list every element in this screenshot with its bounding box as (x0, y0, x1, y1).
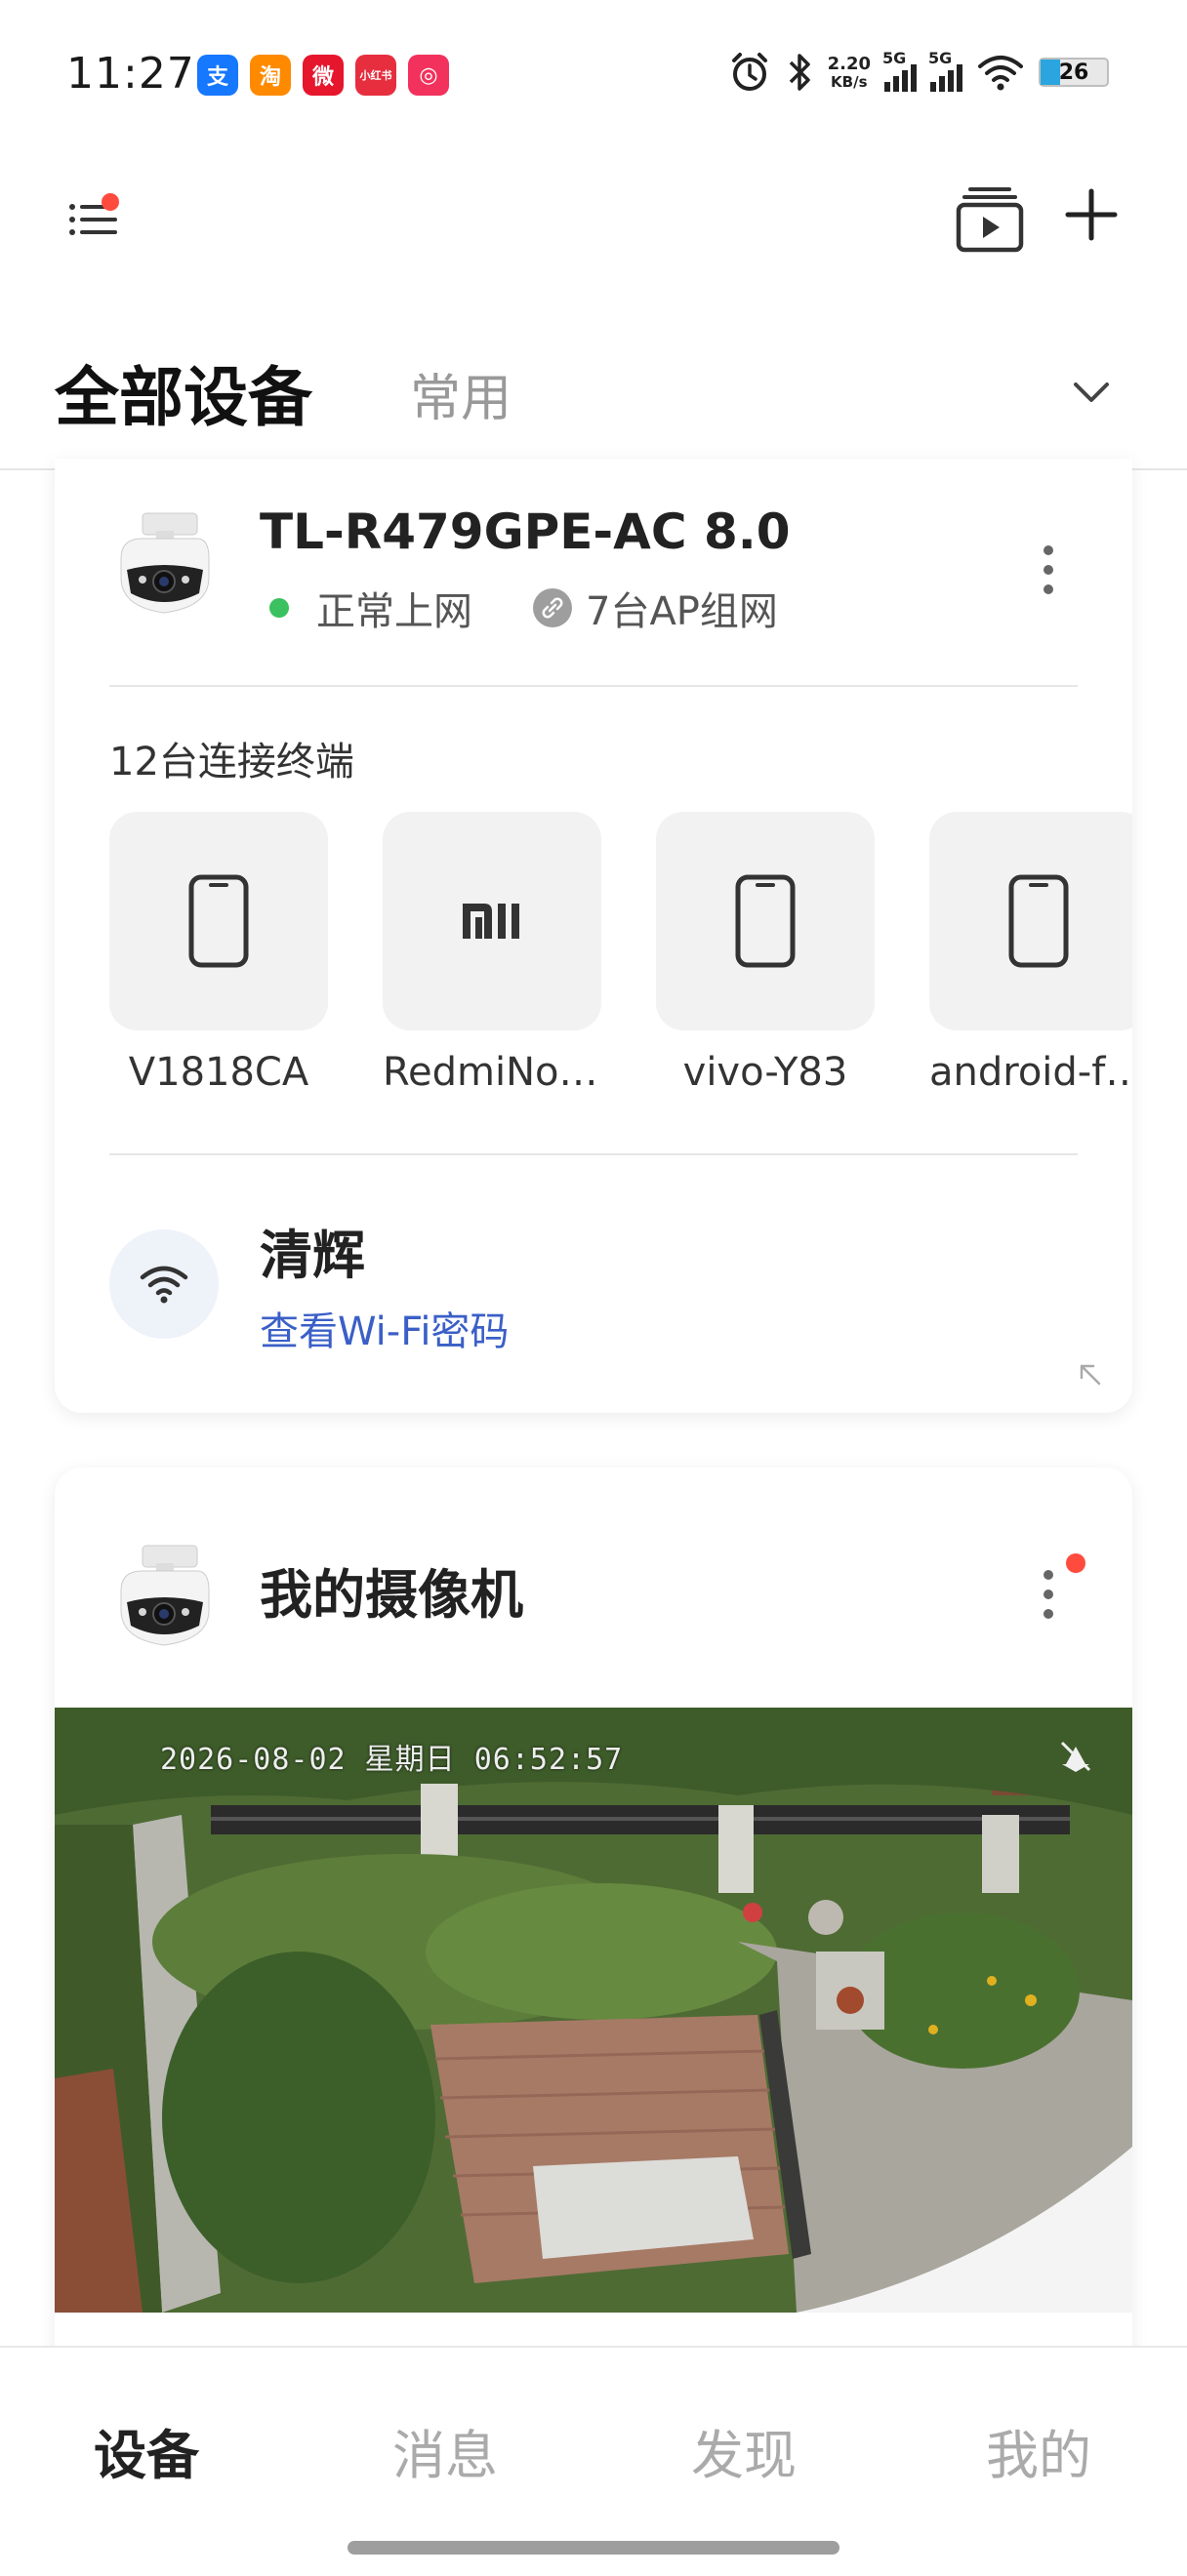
wifi-icon (140, 1266, 188, 1304)
camera-title: 我的摄像机 (260, 1564, 523, 1626)
view-wifi-password-link[interactable]: 查看Wi-Fi密码 (260, 1300, 509, 1356)
signal-1-label: 5G (882, 49, 907, 67)
tab-all-devices[interactable]: 全部设备 (55, 345, 312, 439)
playback-button[interactable] (953, 181, 1027, 256)
battery-level: 26 (1058, 60, 1089, 85)
top-bar (0, 146, 1187, 293)
weibo-icon: 微 (303, 55, 344, 96)
online-status-dot (269, 598, 289, 618)
expand-tabs-button[interactable] (1068, 369, 1115, 416)
network-speed-unit: KB/s (831, 73, 868, 91)
device-item[interactable]: V1818CA (109, 812, 328, 1095)
router-status: 正常上网 (269, 580, 472, 636)
plus-icon (1065, 188, 1118, 241)
battery-icon: 26 (1039, 58, 1109, 87)
nav-discover[interactable]: 发现 (691, 2412, 797, 2489)
xiaomi-logo-icon (463, 904, 519, 939)
phone-icon (1008, 874, 1069, 968)
nav-mine[interactable]: 我的 (986, 2412, 1091, 2489)
connected-devices-list: V1818CA RedmiNot… vivo-Y83 android-f8… (109, 812, 1132, 1114)
router-status-text: 正常上网 (316, 589, 472, 634)
camera-preview-scene (55, 1708, 1132, 2313)
bluetooth-icon (789, 54, 810, 91)
router-name: TL-R479GPE-AC 8.0 (260, 503, 791, 560)
tab-common[interactable]: 常用 (410, 357, 512, 430)
alarm-icon (731, 53, 767, 91)
nav-messages[interactable]: 消息 (392, 2412, 498, 2489)
nav-devices[interactable]: 设备 (94, 2412, 199, 2489)
device-name: android-f8… (929, 1050, 1132, 1095)
video-playlist-icon (956, 187, 1024, 253)
app-icon: ◎ (408, 55, 449, 96)
add-device-button[interactable] (1062, 185, 1121, 244)
home-indicator[interactable] (348, 2541, 839, 2555)
menu-button[interactable] (62, 187, 125, 250)
notification-icons: 支 淘 微 小红书 ◎ (197, 55, 449, 96)
device-name: V1818CA (128, 1050, 309, 1095)
divider (109, 1153, 1078, 1155)
camera-card[interactable]: 我的摄像机 2026-08-02 星期日 06:52:57 (55, 1468, 1132, 2443)
ap-group-text: 7台AP组网 (586, 589, 778, 634)
connected-terminals-count: 12台连接终端 (109, 740, 354, 785)
phone-icon (735, 874, 796, 968)
alipay-icon: 支 (197, 55, 238, 96)
network-speed-value: 2.20 (827, 54, 871, 74)
network-speed: 2.20 KB/s (827, 54, 871, 91)
device-camera-icon (120, 512, 210, 614)
xiaohongshu-icon: 小红书 (355, 55, 396, 96)
status-time: 11:27 (66, 49, 195, 99)
device-item[interactable]: android-f8… (929, 812, 1132, 1095)
router-card[interactable]: TL-R479GPE-AC 8.0 正常上网 7台AP组网 12台连接终端 V1… (55, 459, 1132, 1413)
notification-dot (102, 193, 119, 211)
camera-timestamp-overlay: 2026-08-02 星期日 06:52:57 (160, 1743, 624, 1777)
device-tabs: 全部设备 常用 (0, 322, 1187, 470)
signal-icon-2: 5G (928, 49, 962, 92)
collapse-arrow-icon[interactable] (1076, 1360, 1103, 1388)
signal-icon-1: 5G (882, 49, 917, 92)
camera-notification-dot (1066, 1553, 1085, 1573)
device-camera-icon (120, 1545, 210, 1646)
more-options-icon[interactable] (1039, 1565, 1058, 1624)
device-name: RedmiNot… (383, 1050, 601, 1095)
more-options-icon[interactable] (1039, 541, 1058, 599)
system-icons: 2.20 KB/s 5G 5G 26 (728, 49, 1109, 94)
ap-group-info: 7台AP组网 (533, 580, 778, 636)
signal-2-label: 5G (928, 49, 953, 67)
device-item[interactable]: vivo-Y83 (656, 812, 875, 1095)
divider (109, 685, 1078, 687)
chevron-down-icon (1074, 382, 1109, 402)
wifi-name: 清辉 (260, 1225, 365, 1286)
wifi-badge (109, 1229, 219, 1339)
camera-live-preview[interactable]: 2026-08-02 星期日 06:52:57 (55, 1708, 1132, 2313)
phone-icon (188, 874, 249, 968)
status-bar: 11:27 支 淘 微 小红书 ◎ 2.20 KB/s 5G 5G 26 (0, 0, 1187, 146)
mute-icon[interactable] (1056, 1737, 1095, 1776)
wifi-status-icon (978, 56, 1023, 91)
bottom-navigation: 设备 消息 发现 我的 (0, 2346, 1187, 2576)
device-name: vivo-Y83 (682, 1050, 848, 1095)
link-icon (533, 588, 572, 627)
taobao-icon: 淘 (250, 55, 291, 96)
device-item[interactable]: RedmiNot… (383, 812, 601, 1095)
